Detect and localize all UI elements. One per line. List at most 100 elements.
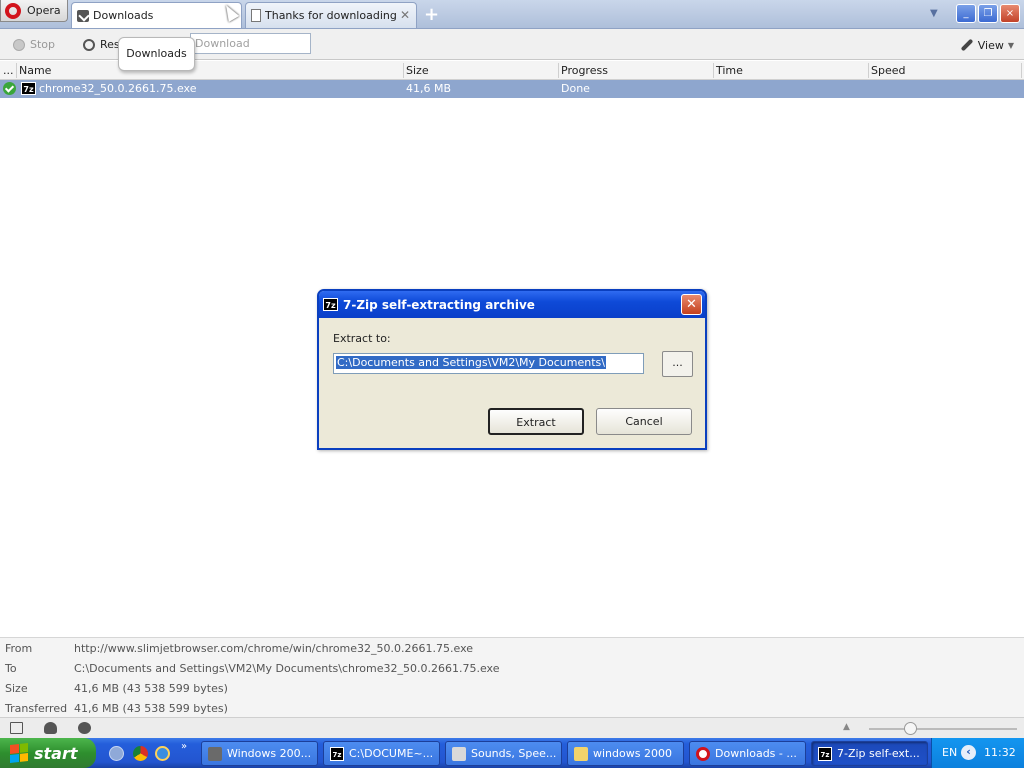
window-icon [208,746,222,761]
tab-downloads[interactable]: Downloads [71,2,242,28]
extract-path-value: C:\Documents and Settings\VM2\My Documen… [336,356,606,369]
download-details-panel: From http://www.slimjetbrowser.com/chrom… [0,637,1024,717]
start-label: start [34,743,78,763]
detail-label: To [5,662,17,675]
sevenzip-extract-dialog: 7z 7-Zip self-extracting archive ✕ Extra… [317,289,707,450]
quicklaunch-ie-icon[interactable] [155,746,170,761]
language-indicator[interactable]: EN [942,746,957,759]
system-tray: EN ‹ 11:32 [931,738,1024,768]
tab-list-chevron-icon[interactable]: ▼ [930,8,938,19]
detail-value-transferred: 41,6 MB (43 538 599 bytes) [74,702,228,715]
zoom-slider[interactable] [869,728,1017,730]
column-header-size[interactable]: Size [406,64,429,77]
7zip-icon: 7z [323,298,338,311]
tab-tooltip: Downloads [118,37,195,71]
download-name: chrome32_50.0.2661.75.exe [39,82,197,95]
detail-row-to: To C:\Documents and Settings\VM2\My Docu… [0,658,1024,678]
folder-icon [574,746,588,761]
quicklaunch-desktop-icon[interactable] [109,746,124,761]
panel-toggle-icon[interactable] [10,722,23,734]
start-button[interactable]: start [0,738,96,768]
tab-label: Downloads [93,9,154,22]
column-header-speed[interactable]: Speed [871,64,905,77]
7zip-file-icon: 7z [21,82,36,95]
extract-to-label: Extract to: [333,332,391,345]
extract-path-input[interactable]: C:\Documents and Settings\VM2\My Documen… [333,353,644,374]
tab-thanks-for-downloading[interactable]: Thanks for downloading ... ✕ [245,2,417,28]
opera-logo-icon [5,2,21,19]
detail-value-to[interactable]: C:\Documents and Settings\VM2\My Documen… [74,662,499,675]
browser-status-bar: ▲ [0,717,1024,738]
detail-label: From [5,642,33,655]
column-header-name[interactable]: Name [19,64,51,77]
task-button[interactable]: Downloads - ... [689,741,806,766]
column-separator [868,63,869,78]
restore-button[interactable]: ❐ [978,4,998,23]
download-size: 41,6 MB [406,82,452,95]
opera-unite-cloud-icon[interactable] [44,722,57,734]
check-icon [3,82,16,95]
task-button[interactable]: 7z C:\DOCUME~... [323,741,440,766]
task-button-active[interactable]: 7z 7-Zip self-ext... [811,741,928,766]
resume-icon [83,38,95,51]
column-separator [558,63,559,78]
close-tab-icon[interactable]: ✕ [400,8,410,22]
stop-button[interactable]: Stop [13,38,55,51]
turbo-gauge-icon[interactable] [78,722,91,734]
task-label: Sounds, Spee... [471,747,557,760]
new-tab-button[interactable]: + [424,4,439,25]
close-window-button[interactable]: × [1000,4,1020,23]
sound-icon [452,746,466,761]
zoom-slider-thumb[interactable] [904,722,917,735]
download-icon [77,9,89,22]
opera-icon [696,746,710,761]
task-button[interactable]: windows 2000 [567,741,684,766]
dialog-title: 7-Zip self-extracting archive [343,297,535,312]
clock[interactable]: 11:32 [984,746,1016,759]
dialog-title-bar[interactable]: 7z 7-Zip self-extracting archive [319,291,705,318]
windows-logo-icon [10,743,28,763]
detail-value-size: 41,6 MB (43 538 599 bytes) [74,682,228,695]
task-label: C:\DOCUME~... [349,747,434,760]
resume-button[interactable]: Res [83,38,120,51]
task-label: windows 2000 [593,747,672,760]
tab-strip: Opera Downloads Thanks for downloading .… [0,0,1024,29]
cancel-button[interactable]: Cancel [596,408,692,435]
detail-row-size: Size 41,6 MB (43 538 599 bytes) [0,678,1024,698]
task-label: Downloads - ... [715,747,797,760]
window-controls: _ ❐ × [956,4,1020,23]
zoom-up-arrow-icon[interactable]: ▲ [843,722,850,732]
column-separator [403,63,404,78]
stop-icon [13,38,25,51]
task-label: 7-Zip self-ext... [837,747,920,760]
tray-expand-icon[interactable]: ‹ [961,745,976,760]
opera-menu-button[interactable]: Opera [0,0,68,22]
quick-download-input[interactable]: Download [190,33,311,54]
detail-label: Size [5,682,28,695]
stop-label: Stop [30,38,56,51]
detail-value-from[interactable]: http://www.slimjetbrowser.com/chrome/win… [74,642,473,655]
task-button[interactable]: Sounds, Spee... [445,741,562,766]
page-icon [251,9,261,22]
column-header-progress[interactable]: Progress [561,64,608,77]
browse-button[interactable]: ... [662,351,693,377]
column-separator [16,63,17,78]
minimize-button[interactable]: _ [956,4,976,23]
extract-button[interactable]: Extract [488,408,584,435]
column-header-time[interactable]: Time [716,64,743,77]
download-progress: Done [561,82,590,95]
detail-row-from: From http://www.slimjetbrowser.com/chrom… [0,638,1024,658]
wrench-icon [960,38,974,52]
column-separator [1021,63,1022,78]
view-menu-button[interactable]: View ▼ [960,38,1014,52]
resume-label: Res [100,38,120,51]
dialog-close-button[interactable]: ✕ [681,294,702,315]
7zip-icon: 7z [330,746,344,761]
detail-row-transferred: Transferred 41,6 MB (43 538 599 bytes) [0,698,1024,718]
windows-taskbar: start » Windows 200... 7z C:\DOCUME~... … [0,738,1024,768]
column-header-dots[interactable]: ... [3,64,14,77]
task-button[interactable]: Windows 200... [201,741,318,766]
download-row[interactable]: 7z chrome32_50.0.2661.75.exe 41,6 MB Don… [0,80,1024,98]
quicklaunch-more-button[interactable]: » [181,741,187,752]
quicklaunch-chrome-icon[interactable] [133,746,148,761]
